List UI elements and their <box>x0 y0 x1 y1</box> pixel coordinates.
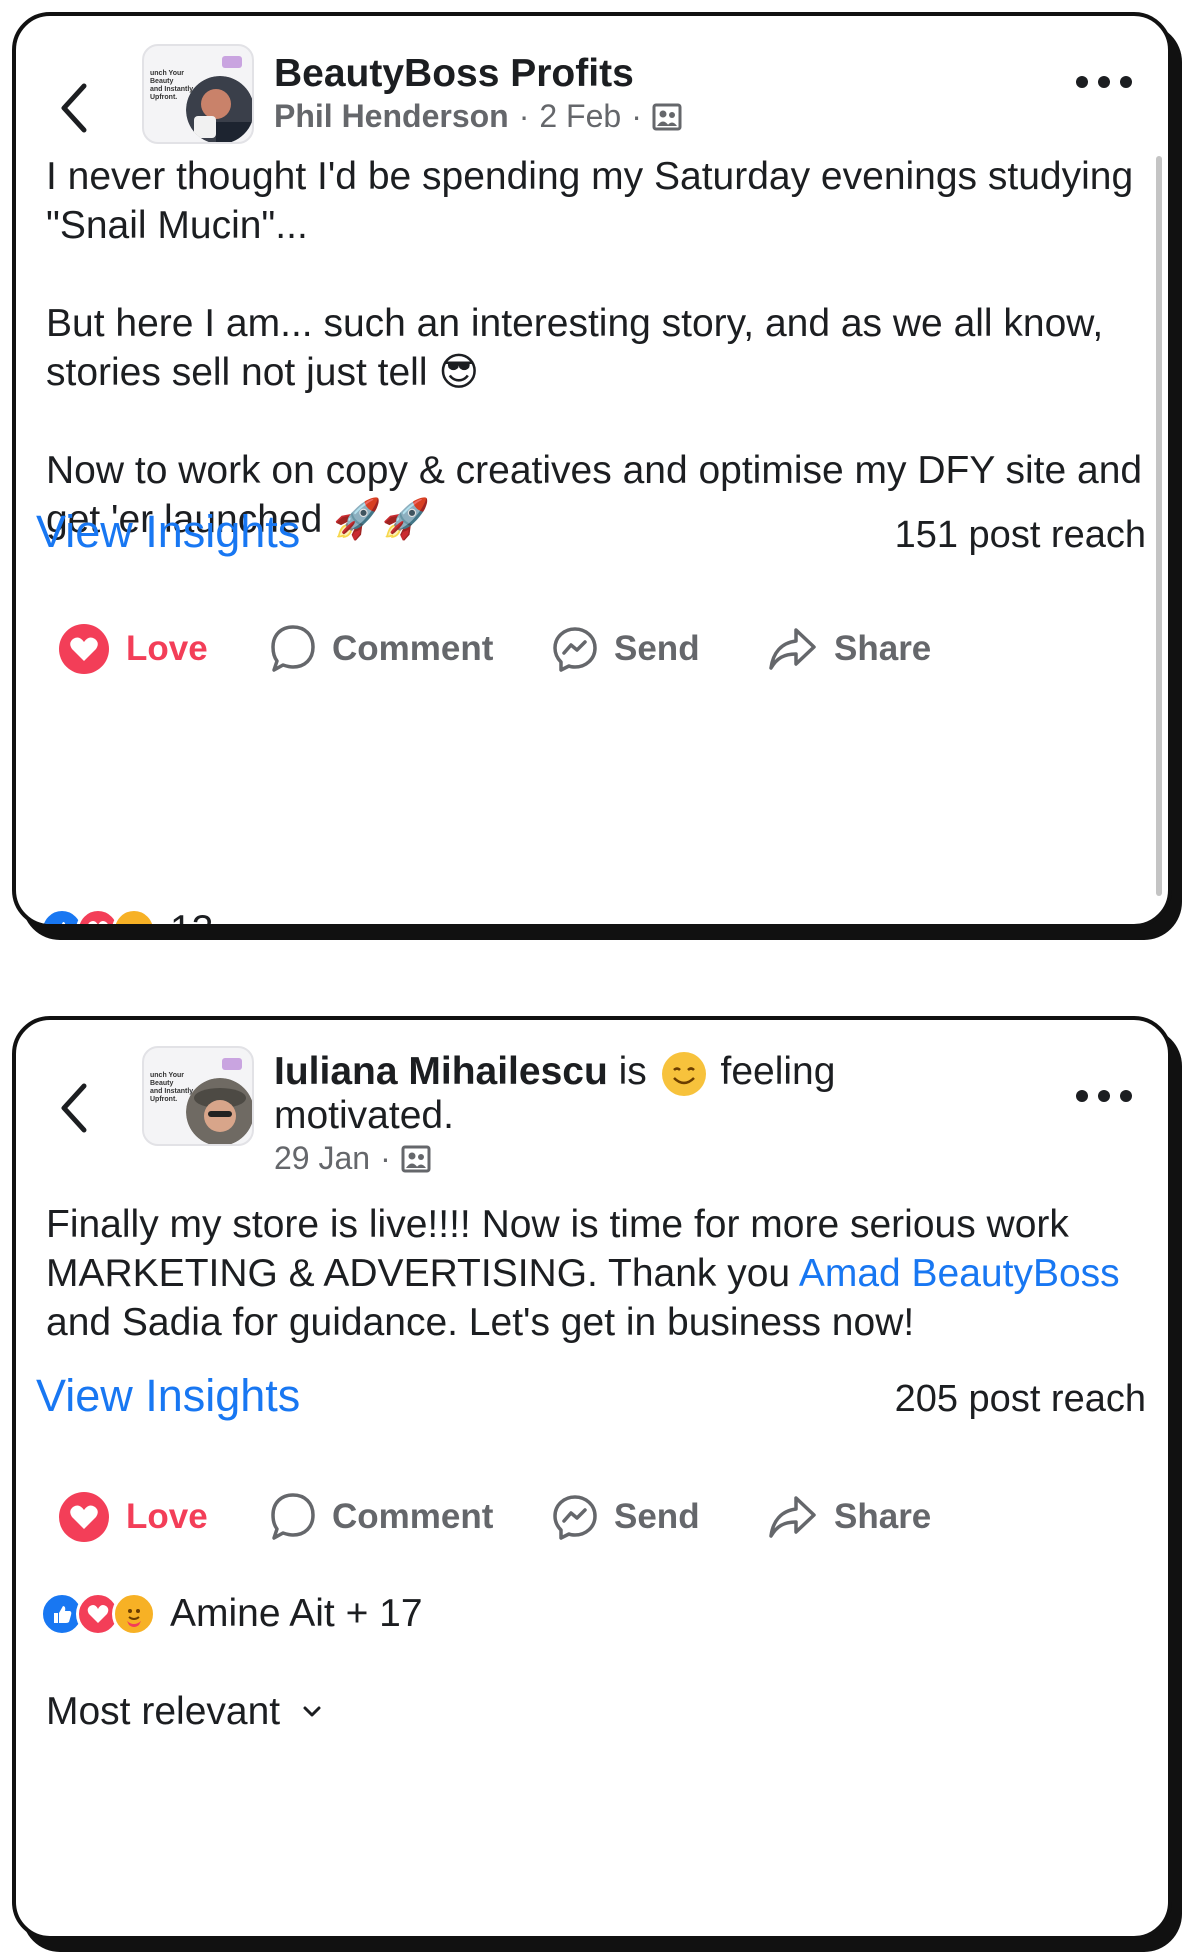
members-privacy-icon <box>401 1145 431 1172</box>
post-action-bar: Love Comment Send Share <box>16 1482 1166 1552</box>
love-button[interactable]: Love <box>58 1482 208 1552</box>
scrollbar[interactable] <box>1156 156 1162 896</box>
author-feeling-line: Iuliana Mihailescu is feeling <box>274 1050 835 1096</box>
comment-label: Comment <box>332 629 494 668</box>
love-icon <box>59 1492 109 1542</box>
meta-dot: · <box>518 98 530 134</box>
love-reaction-icon <box>76 908 120 924</box>
post-card-1: unch Your Beauty and Instantly Upfront. … <box>12 12 1172 928</box>
avatar-badge <box>222 1058 242 1070</box>
post-card-2: unch Your Beauty and Instantly Upfront. … <box>12 1016 1172 1940</box>
author-name[interactable]: Iuliana Mihailescu <box>274 1050 608 1093</box>
comment-sort-dropdown[interactable]: Most relevant <box>46 1690 322 1734</box>
comment-label: Comment <box>332 1497 494 1536</box>
share-icon <box>769 1496 816 1538</box>
post-meta: Phil Henderson · 2 Feb · <box>274 98 682 135</box>
author-name[interactable]: Phil Henderson <box>274 98 509 135</box>
post-paragraph: I never thought I'd be spending my Satur… <box>46 155 1134 247</box>
smiling-face-icon <box>661 1051 706 1096</box>
view-insights-link[interactable]: View Insights <box>36 506 300 558</box>
send-label: Send <box>614 1497 700 1536</box>
post-date[interactable]: 29 Jan <box>274 1140 370 1177</box>
share-label: Share <box>834 629 932 668</box>
view-insights-link[interactable]: View Insights <box>36 1370 300 1422</box>
comment-icon <box>271 1493 315 1540</box>
send-label: Send <box>614 629 700 668</box>
author-photo <box>186 1078 252 1144</box>
care-reaction-icon <box>112 908 156 924</box>
more-options-icon[interactable] <box>1076 1086 1132 1106</box>
group-avatar[interactable]: unch Your Beauty and Instantly Upfront. <box>142 44 254 144</box>
comment-button[interactable]: Comment <box>270 614 493 684</box>
messenger-icon <box>553 1495 597 1540</box>
messenger-icon <box>553 627 597 672</box>
share-label: Share <box>834 1497 932 1536</box>
group-avatar[interactable]: unch Your Beauty and Instantly Upfront. <box>142 1046 254 1146</box>
share-icon <box>769 628 816 670</box>
post-text: I never thought I'd be spending my Satur… <box>46 152 1146 544</box>
group-name[interactable]: BeautyBoss Profits <box>274 52 634 96</box>
post-date[interactable]: 2 Feb <box>539 98 621 135</box>
love-label: Love <box>126 1497 208 1536</box>
post-meta: 29 Jan · <box>274 1140 431 1177</box>
sort-label: Most relevant <box>46 1690 281 1733</box>
post-reach: 151 post reach <box>894 514 1146 556</box>
post-paragraph: But here I am... such an interesting sto… <box>46 302 1104 394</box>
author-photo <box>186 76 252 142</box>
back-chevron-icon[interactable] <box>54 78 94 138</box>
meta-dot: · <box>631 98 642 134</box>
reaction-people: Amine Ait + 17 <box>170 1592 423 1635</box>
send-button[interactable]: Send <box>552 1482 700 1552</box>
reaction-count: 13 <box>170 908 213 924</box>
love-icon <box>59 624 109 674</box>
post-text-part: and Sadia for guidance. Let's get in bus… <box>46 1301 915 1344</box>
post-action-bar: Love Comment Send Share <box>16 614 1166 684</box>
avatar-badge <box>222 56 242 68</box>
reaction-summary[interactable]: Amine Ait + 17 <box>40 1592 423 1636</box>
comment-button[interactable]: Comment <box>270 1482 493 1552</box>
feeling-activity: motivated. <box>274 1094 454 1137</box>
mention-link[interactable]: Amad BeautyBoss <box>799 1252 1120 1295</box>
love-label: Love <box>126 629 208 668</box>
feeling-prefix: is <box>618 1050 647 1093</box>
comment-icon <box>271 625 315 672</box>
members-privacy-icon <box>652 103 682 130</box>
feeling-text: feeling <box>720 1050 836 1093</box>
share-button[interactable]: Share <box>768 614 931 684</box>
post-reach: 205 post reach <box>894 1378 1146 1420</box>
send-button[interactable]: Send <box>552 614 700 684</box>
more-options-icon[interactable] <box>1076 72 1132 92</box>
back-chevron-icon[interactable] <box>54 1078 94 1138</box>
share-button[interactable]: Share <box>768 1482 931 1552</box>
reaction-summary[interactable]: 13 <box>40 908 213 924</box>
love-button[interactable]: Love <box>58 614 208 684</box>
meta-dot: · <box>380 1140 391 1176</box>
care-reaction-icon <box>112 1592 156 1636</box>
chevron-down-icon <box>303 1706 321 1717</box>
like-reaction-icon <box>40 908 84 924</box>
post-text: Finally my store is live!!!! Now is time… <box>46 1200 1146 1347</box>
